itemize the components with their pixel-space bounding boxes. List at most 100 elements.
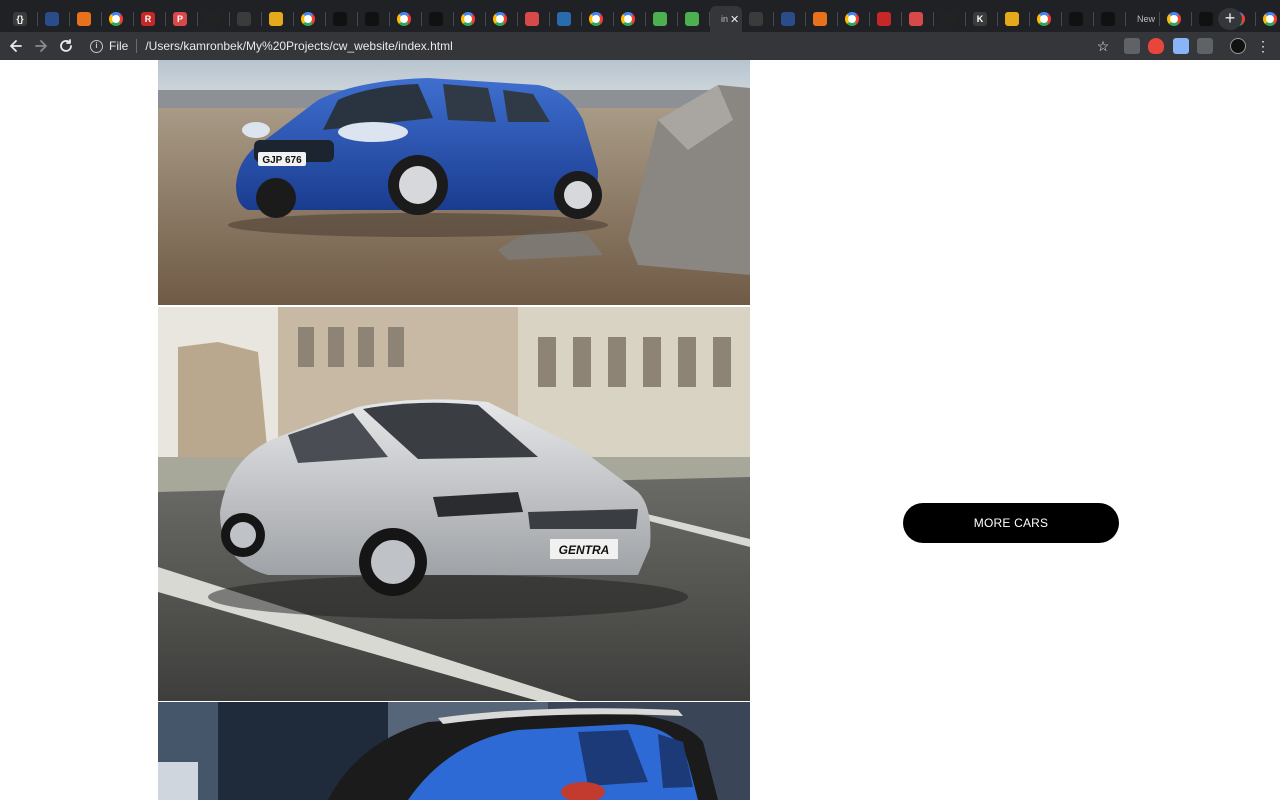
favicon-icon xyxy=(653,12,667,26)
forward-arrow-icon[interactable] xyxy=(31,36,51,56)
browser-tab[interactable] xyxy=(1030,6,1062,32)
address-bar[interactable]: i File /Users/kamronbek/My%20Projects/cw… xyxy=(86,34,1116,58)
favicon-icon xyxy=(365,12,379,26)
tab-new[interactable]: New xyxy=(1126,6,1160,32)
browser-tab[interactable] xyxy=(1062,6,1094,32)
favicon-icon xyxy=(301,12,315,26)
browser-tab[interactable] xyxy=(550,6,582,32)
back-arrow-icon[interactable] xyxy=(6,36,26,56)
browser-tab[interactable] xyxy=(326,6,358,32)
favicon-icon xyxy=(525,12,539,26)
favicon-icon xyxy=(109,12,123,26)
page-viewport: GJP 676 GENTRA MORE CARS xyxy=(0,60,1280,800)
favicon-icon xyxy=(685,12,699,26)
browser-tab[interactable] xyxy=(518,6,550,32)
browser-tab[interactable] xyxy=(678,6,710,32)
browser-tab[interactable] xyxy=(486,6,518,32)
browser-tab[interactable] xyxy=(358,6,390,32)
browser-tab[interactable] xyxy=(646,6,678,32)
favicon-icon xyxy=(77,12,91,26)
info-icon[interactable]: i xyxy=(90,39,103,53)
tab-list: {} R Pin ✕ K New xyxy=(6,6,1280,32)
favicon-icon xyxy=(941,12,955,26)
favicon-icon xyxy=(1037,12,1051,26)
close-icon[interactable]: ✕ xyxy=(730,13,739,26)
blue-hatchback-car-photo: GJP 676 xyxy=(158,60,750,305)
favicon-icon xyxy=(429,12,443,26)
browser-tab[interactable] xyxy=(262,6,294,32)
browser-tab[interactable] xyxy=(390,6,422,32)
browser-tab[interactable]: P xyxy=(166,6,198,32)
plus-icon[interactable]: + xyxy=(1218,8,1242,30)
browser-tab[interactable] xyxy=(294,6,326,32)
favicon-icon xyxy=(781,12,795,26)
favicon-icon xyxy=(397,12,411,26)
favicon-icon xyxy=(205,12,219,26)
favicon-icon xyxy=(749,12,763,26)
tab-title: New xyxy=(1137,14,1156,24)
extension-icon[interactable] xyxy=(1124,38,1140,54)
browser-toolbar: i File /Users/kamronbek/My%20Projects/cw… xyxy=(0,32,1280,60)
favicon-icon xyxy=(877,12,891,26)
tab-active[interactable]: in ✕ xyxy=(710,6,742,32)
favicon-icon xyxy=(1101,12,1115,26)
browser-tab[interactable] xyxy=(742,6,774,32)
address-divider xyxy=(136,39,138,53)
browser-tab[interactable] xyxy=(774,6,806,32)
favicon-icon: R xyxy=(141,12,155,26)
favicon-icon xyxy=(589,12,603,26)
browser-tab[interactable] xyxy=(614,6,646,32)
favicon-icon xyxy=(269,12,283,26)
address-url[interactable]: /Users/kamronbek/My%20Projects/cw_websit… xyxy=(145,39,452,53)
favicon-icon xyxy=(333,12,347,26)
browser-tab[interactable] xyxy=(38,6,70,32)
browser-tab[interactable]: {} xyxy=(6,6,38,32)
favicon-icon xyxy=(461,12,475,26)
browser-tab[interactable] xyxy=(870,6,902,32)
avatar[interactable] xyxy=(1230,38,1246,54)
address-scheme-label: File xyxy=(109,39,129,53)
browser-tab[interactable] xyxy=(1094,6,1126,32)
license-plate: GJP 676 xyxy=(262,155,302,166)
favicon-icon xyxy=(1263,12,1277,26)
favicon-icon xyxy=(45,12,59,26)
favicon-icon: {} xyxy=(13,12,27,26)
browser-tab[interactable] xyxy=(806,6,838,32)
favicon-icon xyxy=(621,12,635,26)
favicon-icon xyxy=(557,12,571,26)
reload-icon[interactable] xyxy=(56,36,76,56)
favicon-icon xyxy=(845,12,859,26)
browser-tab[interactable] xyxy=(230,6,262,32)
browser-tab[interactable] xyxy=(902,6,934,32)
browser-tab[interactable] xyxy=(998,6,1030,32)
favicon-icon: K xyxy=(973,12,987,26)
extension-icon[interactable] xyxy=(1197,38,1213,54)
browser-tab[interactable] xyxy=(1256,6,1280,32)
browser-tab[interactable] xyxy=(70,6,102,32)
image-extension-icon[interactable] xyxy=(1173,38,1189,54)
blue-suv-car-photo xyxy=(158,702,750,800)
browser-tab[interactable] xyxy=(934,6,966,32)
favicon-icon xyxy=(237,12,251,26)
browser-tab-strip: {} R Pin ✕ K New + xyxy=(0,0,1280,36)
browser-tab[interactable] xyxy=(1160,6,1192,32)
favicon-icon xyxy=(813,12,827,26)
favicon-icon xyxy=(493,12,507,26)
favicon-icon xyxy=(1199,12,1213,26)
shield-extension-icon[interactable] xyxy=(1148,38,1164,54)
favicon-icon xyxy=(909,12,923,26)
browser-tab[interactable] xyxy=(838,6,870,32)
browser-tab[interactable] xyxy=(102,6,134,32)
kebab-menu-icon[interactable]: ⋮ xyxy=(1256,36,1270,56)
star-icon[interactable]: ☆ xyxy=(1093,36,1113,56)
browser-tab[interactable]: K xyxy=(966,6,998,32)
browser-tab[interactable] xyxy=(198,6,230,32)
browser-tab[interactable] xyxy=(422,6,454,32)
browser-tab[interactable] xyxy=(582,6,614,32)
favicon-icon xyxy=(1005,12,1019,26)
more-cars-button[interactable]: MORE CARS xyxy=(903,503,1119,543)
favicon-icon xyxy=(1167,12,1181,26)
silver-sedan-car-photo: GENTRA xyxy=(158,307,750,701)
browser-tab[interactable]: R xyxy=(134,6,166,32)
browser-tab[interactable] xyxy=(454,6,486,32)
